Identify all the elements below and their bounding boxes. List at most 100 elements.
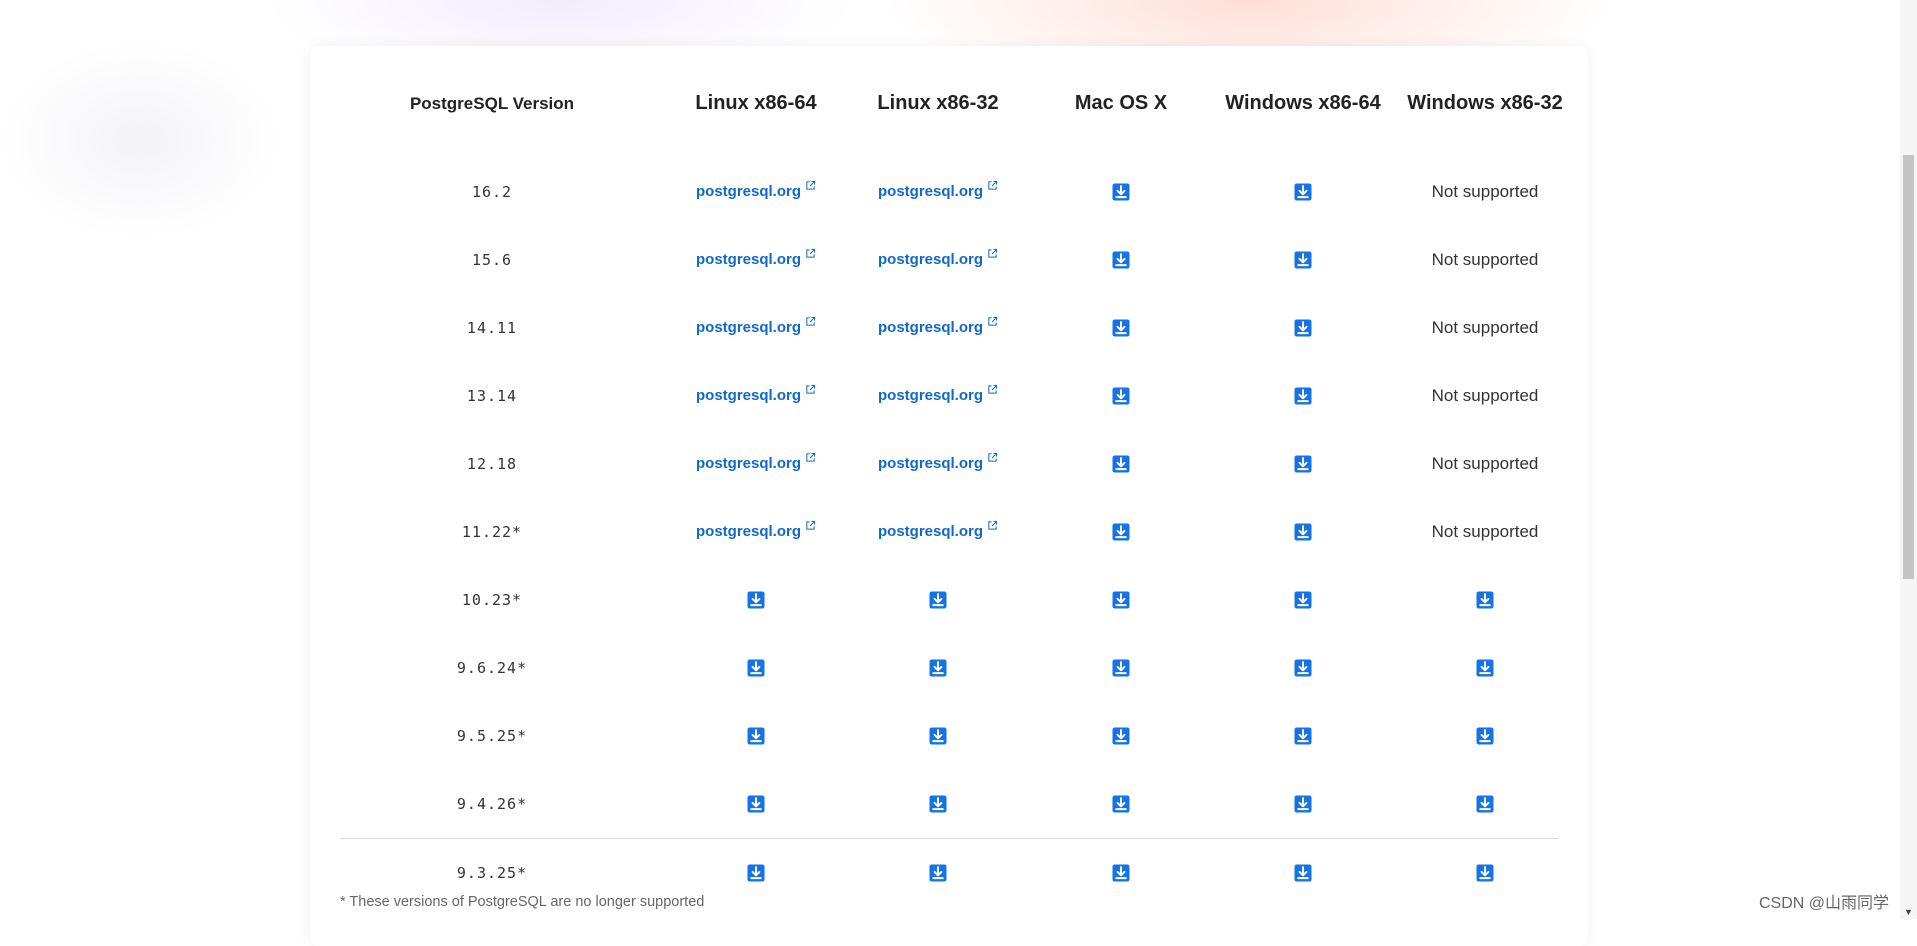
download-icon[interactable] (1294, 727, 1312, 745)
download-icon[interactable] (1476, 727, 1494, 745)
download-icon[interactable] (1294, 591, 1312, 609)
download-icon[interactable] (1112, 251, 1130, 269)
link-label: postgresql.org (877, 183, 984, 200)
cell-mac (1112, 387, 1130, 405)
link-label: postgresql.org (695, 455, 802, 472)
link-label: postgresql.org (695, 251, 802, 268)
downloads-card: PostgreSQL Version Linux x86-64 Linux x8… (310, 46, 1588, 946)
cell-linux64 (747, 864, 765, 882)
header-win64: Windows x86-64 (1225, 92, 1381, 114)
table-row: 15.6 postgresql.org postgresql.org Not supp… (340, 226, 1558, 294)
download-icon[interactable] (1112, 387, 1130, 405)
download-icon[interactable] (929, 864, 947, 882)
not-supported-text: Not supported (1431, 250, 1539, 269)
download-icon[interactable] (747, 727, 765, 745)
download-icon[interactable] (1112, 795, 1130, 813)
cell-win64 (1294, 455, 1312, 473)
download-icon[interactable] (1294, 523, 1312, 541)
postgresql-org-link[interactable]: postgresql.org (696, 180, 816, 200)
not-supported-text: Not supported (1431, 318, 1539, 337)
postgresql-org-link[interactable]: postgresql.org (877, 520, 998, 540)
download-icon[interactable] (1294, 251, 1312, 269)
cell-linux32: postgresql.org (877, 180, 998, 201)
download-icon[interactable] (1476, 591, 1494, 609)
download-icon[interactable] (1294, 387, 1312, 405)
postgresql-org-link[interactable]: postgresql.org (695, 452, 816, 472)
version-table: PostgreSQL Version Linux x86-64 Linux x8… (340, 46, 1563, 907)
download-icon[interactable] (1112, 319, 1130, 337)
download-icon[interactable] (1112, 523, 1130, 541)
download-icon[interactable] (1112, 591, 1130, 609)
download-icon[interactable] (1294, 183, 1312, 201)
version-number: 9.5.25* (456, 727, 528, 745)
download-icon[interactable] (1476, 864, 1494, 882)
cell-linux64 (747, 591, 765, 609)
cell-win32 (1476, 795, 1494, 813)
cell-win32: Not supported (1432, 454, 1539, 474)
header-version: PostgreSQL Version (409, 94, 575, 113)
table-row: 12.18 postgresql.org postgresql.org Not sup… (340, 430, 1558, 498)
download-icon[interactable] (1112, 864, 1130, 882)
scroll-down-arrow-icon[interactable]: ▼ (1904, 908, 1913, 917)
download-icon[interactable] (929, 659, 947, 677)
table-row: 9.5.25* (340, 702, 1558, 770)
cell-win64 (1294, 183, 1312, 201)
download-icon[interactable] (1476, 659, 1494, 677)
download-icon[interactable] (1112, 455, 1130, 473)
postgresql-org-link[interactable]: postgresql.org (878, 248, 998, 268)
download-icon[interactable] (929, 591, 947, 609)
external-link-icon (806, 520, 816, 530)
postgresql-org-link[interactable]: postgresql.org (695, 384, 816, 404)
download-icon[interactable] (1294, 455, 1312, 473)
cell-win64 (1294, 251, 1312, 269)
external-link-icon (988, 452, 998, 462)
postgresql-org-link[interactable]: postgresql.org (877, 180, 998, 200)
cell-mac (1112, 591, 1130, 609)
version-number: 9.3.25* (456, 864, 528, 882)
download-icon[interactable] (929, 727, 947, 745)
download-icon[interactable] (1476, 795, 1494, 813)
table-row: 16.2 postgresql.org postgresql.org Not supp… (340, 158, 1558, 226)
download-icon[interactable] (747, 591, 765, 609)
version-number: 15.6 (471, 251, 513, 269)
cell-linux64: postgresql.org (695, 384, 816, 405)
postgresql-org-link[interactable]: postgresql.org (696, 520, 816, 540)
cell-win64 (1294, 591, 1312, 609)
header-win32: Windows x86-32 (1407, 92, 1563, 114)
postgresql-org-link[interactable]: postgresql.org (878, 452, 998, 472)
download-icon[interactable] (1294, 795, 1312, 813)
not-supported-text: Not supported (1431, 522, 1539, 541)
link-label: postgresql.org (695, 387, 802, 404)
postgresql-org-link[interactable]: postgresql.org (696, 316, 816, 336)
download-icon[interactable] (1294, 659, 1312, 677)
postgresql-org-link[interactable]: postgresql.org (878, 384, 998, 404)
download-icon[interactable] (1112, 659, 1130, 677)
download-icon[interactable] (1294, 864, 1312, 882)
table-header: PostgreSQL Version Linux x86-64 Linux x8… (340, 46, 1563, 158)
download-icon[interactable] (1112, 183, 1130, 201)
download-icon[interactable] (747, 659, 765, 677)
scrollbar-thumb[interactable] (1903, 155, 1914, 579)
cell-linux32 (929, 591, 947, 609)
postgresql-org-link[interactable]: postgresql.org (877, 316, 998, 336)
version-number: 10.23* (461, 591, 523, 609)
cell-linux64: postgresql.org (695, 248, 816, 269)
cell-mac (1112, 727, 1130, 745)
download-icon[interactable] (929, 795, 947, 813)
download-icon[interactable] (747, 864, 765, 882)
download-icon[interactable] (1112, 727, 1130, 745)
external-link-icon (988, 316, 998, 326)
link-label: postgresql.org (877, 319, 984, 336)
postgresql-org-link[interactable]: postgresql.org (695, 248, 816, 268)
download-icon[interactable] (747, 795, 765, 813)
download-icon[interactable] (1294, 319, 1312, 337)
cell-linux64: postgresql.org (696, 180, 816, 201)
cell-win32: Not supported (1432, 318, 1539, 338)
external-link-icon (806, 452, 816, 462)
cell-win64 (1294, 864, 1312, 882)
external-link-icon (806, 384, 816, 394)
vertical-scrollbar[interactable]: ▼ (1900, 0, 1917, 919)
link-label: postgresql.org (877, 523, 984, 540)
cell-win32 (1476, 727, 1494, 745)
external-link-icon (806, 316, 816, 326)
